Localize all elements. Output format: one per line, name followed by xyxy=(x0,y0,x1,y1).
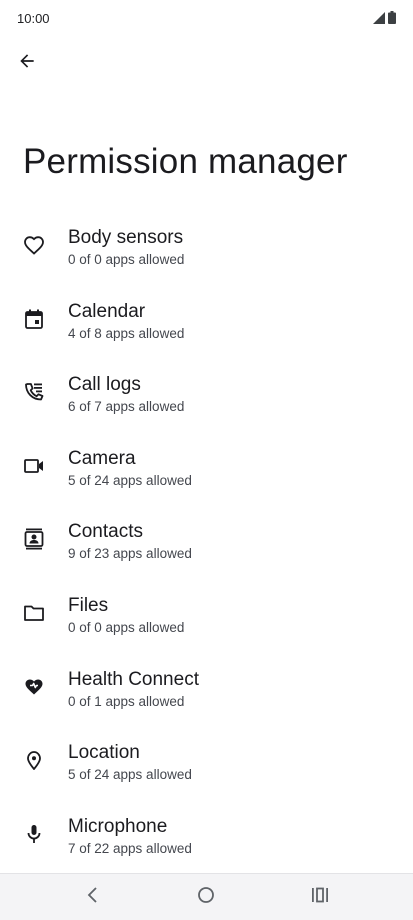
permission-subtitle: 9 of 23 apps allowed xyxy=(68,546,192,562)
permission-title: Microphone xyxy=(68,815,168,837)
permission-item-microphone[interactable]: Microphone 7 of 22 apps allowed xyxy=(0,794,413,868)
permission-subtitle: 0 of 0 apps allowed xyxy=(68,252,185,267)
permission-title: Contacts xyxy=(68,521,143,543)
location-pin-icon xyxy=(22,748,46,772)
permission-title: Location xyxy=(68,742,140,764)
permission-title: Camera xyxy=(68,447,136,469)
permission-subtitle: 0 of 1 apps allowed xyxy=(68,693,185,709)
permission-subtitle: 0 of 0 apps allowed xyxy=(68,619,185,635)
signal-icon xyxy=(373,11,385,29)
permission-subtitle: 4 of 8 apps allowed xyxy=(68,325,185,341)
back-nav-icon xyxy=(85,886,101,909)
heart-icon xyxy=(22,233,46,257)
permission-item-contacts[interactable]: Contacts 9 of 23 apps allowed xyxy=(0,499,413,573)
microphone-icon xyxy=(22,822,46,846)
permission-subtitle: 6 of 7 apps allowed xyxy=(68,399,185,415)
page-title: Permission manager xyxy=(23,142,348,181)
health-connect-icon xyxy=(22,675,46,699)
permission-item-call-logs[interactable]: Call logs 6 of 7 apps allowed xyxy=(0,352,413,426)
permission-item-location[interactable]: Location 5 of 24 apps allowed xyxy=(0,720,413,794)
permission-title: Health Connect xyxy=(68,668,199,690)
permission-item-camera[interactable]: Camera 5 of 24 apps allowed xyxy=(0,426,413,500)
nav-home-button[interactable] xyxy=(194,885,218,909)
contacts-icon xyxy=(22,527,46,551)
permission-title: Files xyxy=(68,594,109,616)
calendar-icon xyxy=(22,307,46,331)
folder-icon xyxy=(22,601,46,625)
permission-item-files[interactable]: Files 0 of 0 apps allowed xyxy=(0,573,413,647)
permission-title: Body sensors xyxy=(68,227,184,248)
permission-item-body-sensors[interactable]: Body sensors 0 of 0 apps allowed xyxy=(0,205,413,279)
nav-recents-button[interactable] xyxy=(308,885,332,909)
permission-subtitle: 7 of 22 apps allowed xyxy=(68,840,192,856)
status-bar: 10:00 xyxy=(0,0,413,36)
status-time: 10:00 xyxy=(17,11,50,26)
call-log-icon xyxy=(22,380,46,404)
permission-title: Call logs xyxy=(68,374,141,396)
recents-nav-icon xyxy=(311,887,329,908)
back-button[interactable] xyxy=(12,48,42,78)
permission-subtitle: 5 of 24 apps allowed xyxy=(68,767,192,783)
permission-title: Calendar xyxy=(68,300,146,322)
permission-item-calendar[interactable]: Calendar 4 of 8 apps allowed xyxy=(0,279,413,353)
nav-back-button[interactable] xyxy=(81,885,105,909)
back-arrow-icon xyxy=(17,51,37,76)
permission-subtitle: 5 of 24 apps allowed xyxy=(68,472,192,488)
battery-icon xyxy=(388,11,396,29)
navigation-bar xyxy=(0,873,413,920)
camera-icon xyxy=(22,454,46,478)
home-nav-icon xyxy=(197,886,215,909)
permission-item-health-connect[interactable]: Health Connect 0 of 1 apps allowed xyxy=(0,647,413,721)
permission-list: Body sensors 0 of 0 apps allowed Calenda… xyxy=(0,205,413,867)
status-icons xyxy=(373,11,396,29)
